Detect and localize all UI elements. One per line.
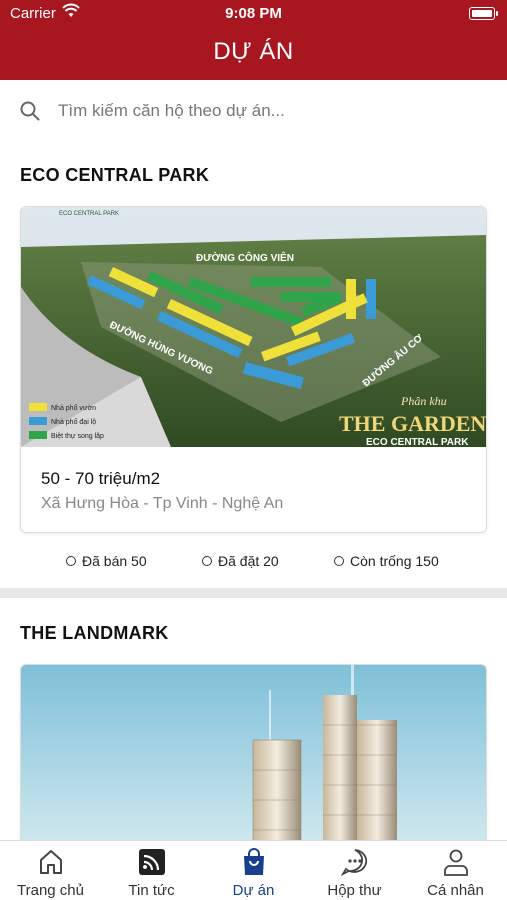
page-title: DỰ ÁN: [213, 38, 294, 65]
circle-icon: [202, 556, 212, 566]
tab-home[interactable]: Trang chủ: [0, 841, 101, 900]
battery-icon: [469, 7, 498, 20]
circle-icon: [334, 556, 344, 566]
project-card[interactable]: [20, 664, 487, 864]
search-icon: [20, 101, 40, 121]
tower-illustration: [21, 665, 486, 863]
project-address: Xã Hưng Hòa - Tp Vinh - Nghệ An: [41, 495, 284, 512]
stat-available: Còn trống 150: [334, 553, 439, 569]
project-title: ECO CENTRAL PARK: [20, 165, 210, 185]
project-image[interactable]: Nhà phố vườn Nhà phố đại lộ Biệt thự son…: [21, 207, 486, 447]
clock: 9:08 PM: [225, 5, 282, 22]
legend-label-3: Biệt thự song lập: [51, 433, 104, 440]
road-label-1: ĐƯỜNG CÔNG VIÊN: [196, 251, 294, 264]
stat-sold-label: Đã bán 50: [82, 553, 147, 569]
tab-bar: Trang chủ Tin tức Dự án Hộp thư Cá nhân: [0, 840, 507, 900]
home-icon: [40, 850, 62, 874]
masterplan-illustration: Nhà phố vườn Nhà phố đại lộ Biệt thự son…: [21, 207, 486, 447]
stat-reserved: Đã đặt 20: [202, 553, 279, 569]
chat-icon: [340, 849, 368, 877]
stat-available-label: Còn trống 150: [350, 553, 439, 569]
search-bar: [0, 80, 507, 142]
tab-home-label: Trang chủ: [17, 882, 84, 899]
project-price: 50 - 70 triệu/m2: [41, 469, 161, 488]
tab-inbox[interactable]: Hộp thư: [304, 841, 405, 900]
tab-profile[interactable]: Cá nhân: [405, 841, 506, 900]
person-icon: [444, 849, 468, 876]
section-divider: [0, 588, 507, 598]
circle-icon: [66, 556, 76, 566]
project-stats: Đã bán 50 Đã đặt 20 Còn trống 150: [20, 553, 487, 577]
legend-label-1: Nhà phố vườn: [51, 403, 96, 412]
tab-projects[interactable]: Dự án: [203, 841, 304, 900]
image-headline: THE GARDEN: [339, 411, 486, 436]
project-image[interactable]: [21, 665, 486, 863]
legend-label-2: Nhà phố đại lộ: [51, 417, 96, 426]
project-card[interactable]: Nhà phố vườn Nhà phố đại lộ Biệt thự son…: [20, 206, 487, 533]
news-icon: [139, 849, 165, 875]
header-bar: Carrier 9:08 PM DỰ ÁN: [0, 0, 507, 80]
tab-news[interactable]: Tin tức: [101, 841, 202, 900]
image-subline: ECO CENTRAL PARK: [366, 437, 469, 447]
search-input[interactable]: [58, 96, 478, 126]
image-script-text: Phân khu: [400, 394, 447, 408]
image-logo-text: ECO CENTRAL PARK: [59, 211, 119, 217]
project-title: THE LANDMARK: [20, 623, 169, 643]
tab-projects-label: Dự án: [232, 882, 275, 899]
tab-news-label: Tin tức: [128, 882, 175, 899]
stat-sold: Đã bán 50: [66, 553, 147, 569]
tab-profile-label: Cá nhân: [427, 882, 484, 899]
shopping-bag-icon: [244, 848, 264, 875]
status-bar: Carrier 9:08 PM: [0, 0, 507, 30]
tab-inbox-label: Hộp thư: [327, 882, 382, 899]
stat-reserved-label: Đã đặt 20: [218, 553, 279, 569]
